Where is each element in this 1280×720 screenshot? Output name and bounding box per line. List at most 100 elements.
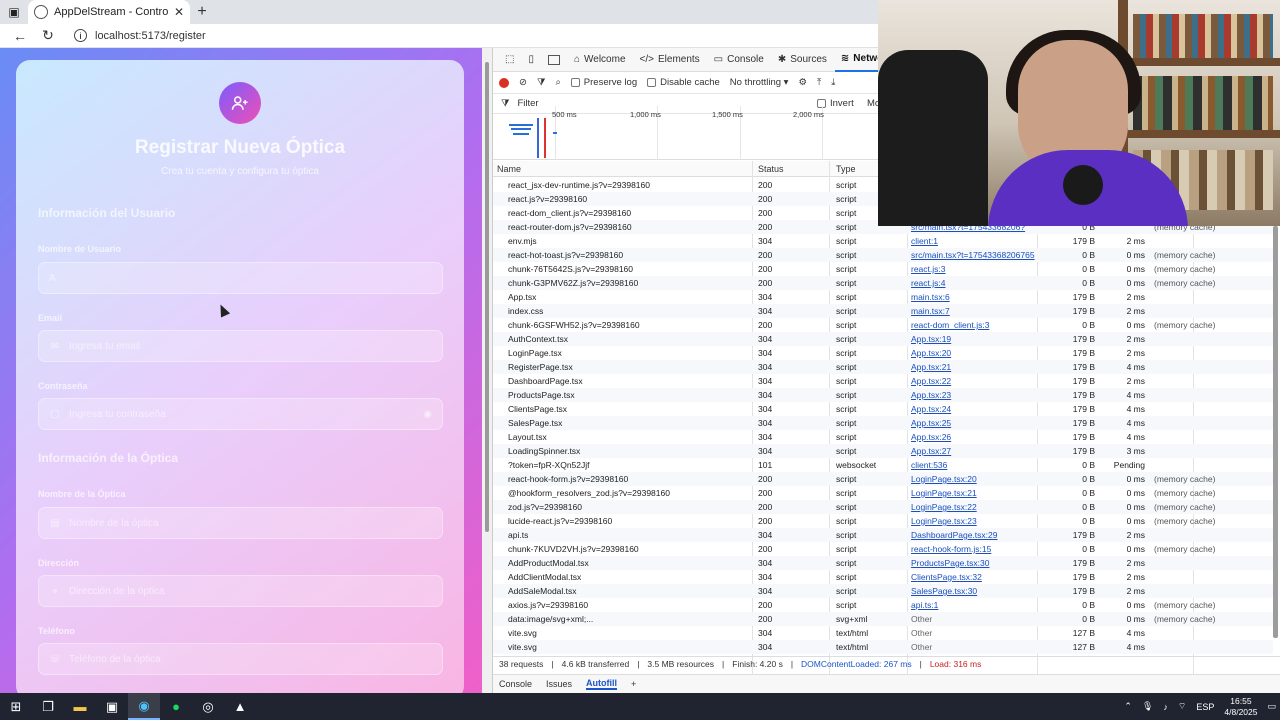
request-initiator[interactable]: App.tsx:26 [911, 432, 1041, 442]
request-initiator[interactable]: App.tsx:25 [911, 418, 1041, 428]
drawer-tab-console[interactable]: Console [499, 679, 532, 689]
request-initiator[interactable]: src/main.tsx?t=17543368206765 [911, 250, 1041, 260]
app-icon[interactable]: ▣ [96, 693, 128, 720]
record-icon[interactable] [499, 77, 509, 88]
request-initiator[interactable]: react.js:3 [911, 264, 1041, 274]
table-row[interactable]: ?token=fpR-XQn52Jjf 101 websocket client:53… [493, 458, 1273, 472]
tab-welcome[interactable]: ⌂ Welcome [568, 48, 632, 72]
table-row[interactable]: AddSaleModal.tsx 304 script SalesPage.tsx:3… [493, 584, 1273, 598]
request-initiator[interactable]: App.tsx:22 [911, 376, 1041, 386]
request-list-scrollbar[interactable] [1273, 226, 1278, 638]
mic-icon[interactable]: 🎙 [1142, 701, 1153, 712]
table-row[interactable]: @hookform_resolvers_zod.js?v=29398160 200… [493, 486, 1273, 500]
request-initiator[interactable]: SalesPage.tsx:30 [911, 586, 1041, 596]
table-row[interactable]: vite.svg 304 text/html Other 127 B 4 ms [493, 640, 1273, 654]
tab-console[interactable]: ▭ Console [708, 48, 770, 72]
table-row[interactable]: index.css 304 script main.tsx:7 179 B 2 ms [493, 304, 1273, 318]
obs-icon[interactable]: ◎ [192, 693, 224, 720]
table-row[interactable]: AddProductModal.tsx 304 script ProductsPage… [493, 556, 1273, 570]
clock[interactable]: 16:55 4/8/2025 [1224, 696, 1257, 718]
table-row[interactable]: chunk-7KUVD2VH.js?v=29398160 200 script rea… [493, 542, 1273, 556]
request-initiator[interactable]: LoginPage.tsx:21 [911, 488, 1041, 498]
network-conditions-icon[interactable]: ⚙ [798, 77, 807, 88]
table-row[interactable]: RegisterPage.tsx 304 script App.tsx:21 179 B… [493, 360, 1273, 374]
request-initiator[interactable]: main.tsx:7 [911, 306, 1041, 316]
task-view-icon[interactable]: ❐ [32, 693, 64, 720]
close-tab-icon[interactable]: ✕ [174, 5, 184, 19]
table-row[interactable]: ClientsPage.tsx 304 script App.tsx:24 179 B 4… [493, 402, 1273, 416]
table-row[interactable]: vite.svg 304 text/html Other 127 B 4 ms [493, 626, 1273, 640]
file-explorer-icon[interactable]: ▬ [64, 693, 96, 720]
filter-funnel-icon[interactable]: ⧩ [537, 77, 545, 88]
search-icon[interactable]: ⌕ [555, 77, 560, 88]
table-row[interactable]: App.tsx 304 script main.tsx:6 179 B 2 ms [493, 290, 1273, 304]
request-initiator[interactable]: main.tsx:6 [911, 292, 1041, 302]
table-row[interactable]: AuthContext.tsx 304 script App.tsx:19 179 B 2… [493, 332, 1273, 346]
col-status[interactable]: Status [755, 164, 833, 174]
preserve-log-checkbox[interactable]: Preserve log [570, 77, 637, 88]
request-initiator[interactable]: api.ts:1 [911, 600, 1041, 610]
notification-icon[interactable]: ▭ [1267, 701, 1276, 712]
eye-icon[interactable]: ◉ [423, 409, 432, 420]
table-row[interactable]: LoadingSpinner.tsx 304 script App.tsx:27 179… [493, 444, 1273, 458]
device-toggle-icon[interactable]: ▯ [522, 48, 540, 72]
disable-cache-checkbox[interactable]: Disable cache [647, 77, 720, 88]
table-row[interactable]: chunk-G3PMV62Z.js?v=29398160 200 script rea… [493, 276, 1273, 290]
speaker-icon[interactable]: ♪ [1163, 702, 1168, 712]
clear-icon[interactable]: ⊘ [519, 77, 527, 88]
request-initiator[interactable]: client:1 [911, 236, 1041, 246]
table-row[interactable]: env.mjs 304 script client:1 179 B 2 ms [493, 234, 1273, 248]
request-initiator[interactable]: LoginPage.tsx:23 [911, 516, 1041, 526]
request-initiator[interactable]: react-hook-form.js:15 [911, 544, 1041, 554]
tab-elements[interactable]: </> Elements [634, 48, 706, 72]
chevron-up-icon[interactable]: ⌃ [1124, 701, 1132, 712]
table-row[interactable]: data:image/svg+xml;... 200 svg+xml Other 0 B… [493, 612, 1273, 626]
table-row[interactable]: axios.js?v=29398160 200 script api.ts:1 0 B 0… [493, 598, 1273, 612]
reload-icon[interactable]: ↻ [38, 27, 58, 44]
add-drawer-tab-icon[interactable]: + [631, 679, 636, 689]
table-row[interactable]: AddClientModal.tsx 304 script ClientsPage.t… [493, 570, 1273, 584]
url-field[interactable]: localhost:5173/register [95, 30, 206, 42]
table-row[interactable]: LoginPage.tsx 304 script App.tsx:20 179 B 2 m… [493, 346, 1273, 360]
drawer-tab-issues[interactable]: Issues [546, 679, 572, 689]
back-icon[interactable]: ← [10, 28, 30, 44]
page-scrollbar[interactable] [482, 48, 492, 693]
request-initiator[interactable]: App.tsx:20 [911, 348, 1041, 358]
phone-input[interactable]: ☏ Teléfono de la óptica [38, 643, 443, 675]
request-initiator[interactable]: DashboardPage.tsx:29 [911, 530, 1041, 540]
tab-actions-icon[interactable]: ▣ [0, 0, 28, 24]
request-initiator[interactable]: ClientsPage.tsx:32 [911, 572, 1041, 582]
request-initiator[interactable]: App.tsx:24 [911, 404, 1041, 414]
email-input[interactable]: ✉ Ingresa tu email [38, 330, 443, 362]
tab-sources[interactable]: ✱ Sources [772, 48, 833, 72]
request-initiator[interactable]: client:536 [911, 460, 1041, 470]
site-info-icon[interactable]: i [74, 29, 87, 42]
request-initiator[interactable]: App.tsx:19 [911, 334, 1041, 344]
upload-icon[interactable]: ⤒ [817, 77, 821, 88]
throttling-select[interactable]: No throttling ▾ [730, 77, 789, 88]
language-indicator[interactable]: ESP [1196, 702, 1214, 712]
network-icon[interactable]: ⌔ [1178, 701, 1186, 712]
table-row[interactable]: lucide-react.js?v=29398160 200 script Login… [493, 514, 1273, 528]
browser-tab[interactable]: AppDelStream - Control de Stock ✕ [28, 0, 190, 24]
request-initiator[interactable]: LoginPage.tsx:20 [911, 474, 1041, 484]
table-row[interactable]: react-hot-toast.js?v=29398160 200 script sr… [493, 248, 1273, 262]
edge-icon[interactable]: ◉ [128, 693, 160, 720]
spotify-icon[interactable]: ● [160, 693, 192, 720]
table-row[interactable]: ProductsPage.tsx 304 script App.tsx:23 179 B… [493, 388, 1273, 402]
table-row[interactable]: react-hook-form.js?v=29398160 200 script Lo… [493, 472, 1273, 486]
request-initiator[interactable]: App.tsx:23 [911, 390, 1041, 400]
request-initiator[interactable]: ProductsPage.tsx:30 [911, 558, 1041, 568]
new-tab-button[interactable]: + [190, 0, 214, 24]
address-input[interactable]: ⌖ Dirección de la óptica [38, 575, 443, 607]
table-row[interactable]: zod.js?v=29398160 200 script LoginPage.tsx:… [493, 500, 1273, 514]
inspect-icon[interactable]: ⬚ [499, 48, 520, 72]
username-input[interactable]: A [38, 262, 443, 294]
table-row[interactable]: DashboardPage.tsx 304 script App.tsx:22 179 … [493, 374, 1273, 388]
request-initiator[interactable]: LoginPage.tsx:22 [911, 502, 1041, 512]
drawer-tab-autofill[interactable]: Autofill [586, 678, 618, 690]
col-name[interactable]: Name [493, 164, 755, 174]
table-row[interactable]: chunk-6GSFWH52.js?v=29398160 200 script rea… [493, 318, 1273, 332]
request-initiator[interactable]: App.tsx:21 [911, 362, 1041, 372]
optica-name-input[interactable]: ▤ Nombre de la óptica [38, 507, 443, 539]
